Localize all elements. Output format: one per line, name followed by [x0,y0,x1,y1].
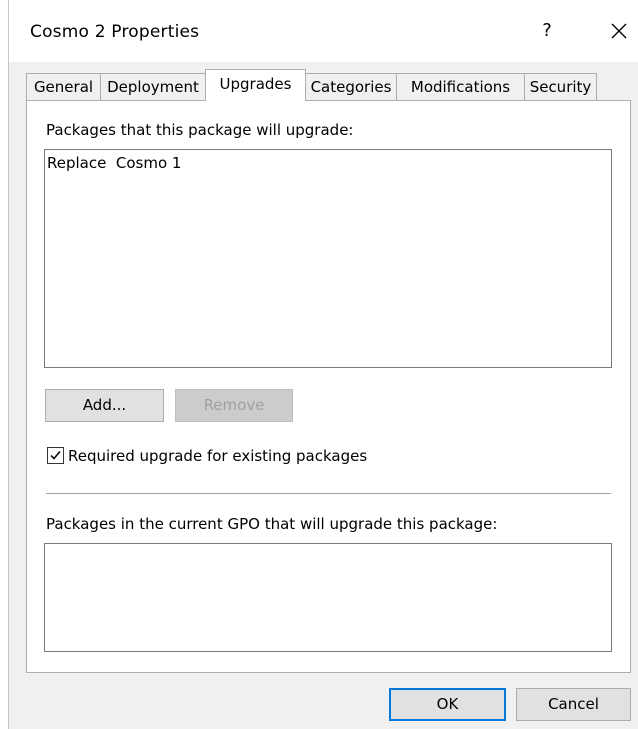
close-button[interactable] [604,16,634,46]
upgrade-packages-list[interactable]: Replace Cosmo 1 [44,149,612,368]
checkmark-icon [50,451,61,460]
required-upgrade-checkbox[interactable] [47,447,64,464]
separator [46,493,611,494]
tab-security[interactable]: Security [524,73,597,100]
window-title: Cosmo 2 Properties [30,22,200,42]
remove-button: Remove [175,389,293,422]
list-item[interactable]: Replace Cosmo 1 [47,154,181,172]
close-icon [611,23,627,39]
tab-deployment[interactable]: Deployment [100,73,206,100]
tab-label: Deployment [107,78,199,96]
tab-general[interactable]: General [26,73,101,100]
add-button[interactable]: Add... [45,389,164,422]
tab-modifications[interactable]: Modifications [396,73,525,100]
cancel-button[interactable]: Cancel [516,688,631,721]
tab-label: General [33,78,94,96]
ok-button[interactable]: OK [389,688,506,721]
help-button[interactable]: ? [537,20,557,44]
tab-label: Modifications [410,78,511,96]
tab-label: Security [529,78,592,96]
tab-upgrades[interactable]: Upgrades [205,69,306,101]
required-upgrade-label[interactable]: Required upgrade for existing packages [68,447,367,465]
title-bar[interactable]: Cosmo 2 Properties ? [9,0,638,62]
tab-categories[interactable]: Categories [305,73,397,100]
tab-label: Upgrades [219,75,292,93]
gpo-list-label: Packages in the current GPO that will up… [46,515,498,533]
gpo-packages-list[interactable] [44,543,612,652]
properties-dialog: Cosmo 2 Properties ? General Deployment … [0,0,638,729]
tab-label: Categories [310,78,392,96]
upgrade-list-label: Packages that this package will upgrade: [46,121,354,139]
